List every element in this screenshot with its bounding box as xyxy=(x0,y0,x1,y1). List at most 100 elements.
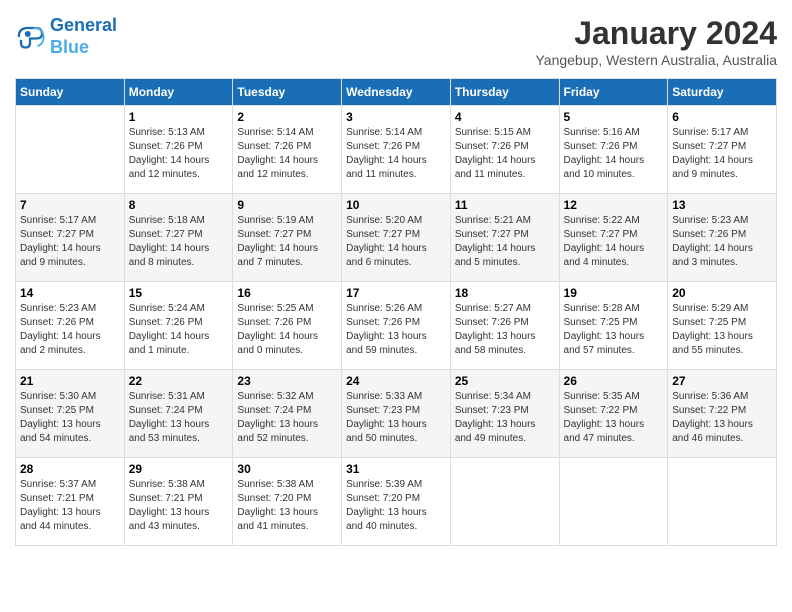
day-number: 21 xyxy=(20,374,120,388)
day-info: Sunrise: 5:19 AM Sunset: 7:27 PM Dayligh… xyxy=(237,214,337,270)
day-info: Sunrise: 5:26 AM Sunset: 7:26 PM Dayligh… xyxy=(346,302,446,358)
day-info: Sunrise: 5:30 AM Sunset: 7:25 PM Dayligh… xyxy=(20,390,120,446)
day-number: 23 xyxy=(237,374,337,388)
calendar-day: 5Sunrise: 5:16 AM Sunset: 7:26 PM Daylig… xyxy=(559,106,668,194)
weekday-header: Thursday xyxy=(450,79,559,106)
calendar-day: 6Sunrise: 5:17 AM Sunset: 7:27 PM Daylig… xyxy=(668,106,777,194)
calendar-day: 23Sunrise: 5:32 AM Sunset: 7:24 PM Dayli… xyxy=(233,370,342,458)
calendar-day: 7 Sunrise: 5:17 AM Sunset: 7:27 PM Daylig… xyxy=(16,194,125,282)
day-info: Sunrise: 5:29 AM Sunset: 7:25 PM Dayligh… xyxy=(672,302,772,358)
logo-icon xyxy=(15,22,45,52)
calendar-day: 31Sunrise: 5:39 AM Sunset: 7:20 PM Dayli… xyxy=(342,458,451,546)
calendar-day: 1 Sunrise: 5:13 AM Sunset: 7:26 PM Daylig… xyxy=(124,106,233,194)
day-number: 17 xyxy=(346,286,446,300)
weekday-header-row: SundayMondayTuesdayWednesdayThursdayFrid… xyxy=(16,79,777,106)
day-number: 7 xyxy=(20,198,120,212)
day-info: Sunrise: 5:17 AM Sunset: 7:27 PM Dayligh… xyxy=(20,214,120,270)
weekday-header: Tuesday xyxy=(233,79,342,106)
day-number: 9 xyxy=(237,198,337,212)
weekday-header: Friday xyxy=(559,79,668,106)
day-number: 8 xyxy=(129,198,229,212)
day-info: Sunrise: 5:28 AM Sunset: 7:25 PM Dayligh… xyxy=(564,302,664,358)
day-number: 24 xyxy=(346,374,446,388)
calendar-day: 8 Sunrise: 5:18 AM Sunset: 7:27 PM Daylig… xyxy=(124,194,233,282)
day-info: Sunrise: 5:15 AM Sunset: 7:26 PM Dayligh… xyxy=(455,126,555,182)
calendar-day: 9 Sunrise: 5:19 AM Sunset: 7:27 PM Daylig… xyxy=(233,194,342,282)
calendar-week-row: 28 Sunrise: 5:37 AM Sunset: 7:21 PM Dayli… xyxy=(16,458,777,546)
logo-text: General Blue xyxy=(50,15,117,58)
day-info: Sunrise: 5:31 AM Sunset: 7:24 PM Dayligh… xyxy=(129,390,229,446)
weekday-header: Monday xyxy=(124,79,233,106)
calendar-day xyxy=(16,106,125,194)
day-number: 4 xyxy=(455,110,555,124)
day-info: Sunrise: 5:33 AM Sunset: 7:23 PM Dayligh… xyxy=(346,390,446,446)
day-number: 14 xyxy=(20,286,120,300)
calendar-table: SundayMondayTuesdayWednesdayThursdayFrid… xyxy=(15,78,777,546)
day-number: 19 xyxy=(564,286,664,300)
day-info: Sunrise: 5:35 AM Sunset: 7:22 PM Dayligh… xyxy=(564,390,664,446)
day-number: 11 xyxy=(455,198,555,212)
day-info: Sunrise: 5:16 AM Sunset: 7:26 PM Dayligh… xyxy=(564,126,664,182)
calendar-day: 2Sunrise: 5:14 AM Sunset: 7:26 PM Daylig… xyxy=(233,106,342,194)
day-number: 20 xyxy=(672,286,772,300)
day-number: 18 xyxy=(455,286,555,300)
calendar-day: 10 Sunrise: 5:20 AM Sunset: 7:27 PM Dayli… xyxy=(342,194,451,282)
day-info: Sunrise: 5:24 AM Sunset: 7:26 PM Dayligh… xyxy=(129,302,229,358)
day-info: Sunrise: 5:22 AM Sunset: 7:27 PM Dayligh… xyxy=(564,214,664,270)
weekday-header: Wednesday xyxy=(342,79,451,106)
weekday-header: Saturday xyxy=(668,79,777,106)
calendar-day: 20 Sunrise: 5:29 AM Sunset: 7:25 PM Dayli… xyxy=(668,282,777,370)
day-info: Sunrise: 5:18 AM Sunset: 7:27 PM Dayligh… xyxy=(129,214,229,270)
calendar-day: 15 Sunrise: 5:24 AM Sunset: 7:26 PM Dayli… xyxy=(124,282,233,370)
calendar-week-row: 1 Sunrise: 5:13 AM Sunset: 7:26 PM Daylig… xyxy=(16,106,777,194)
day-info: Sunrise: 5:13 AM Sunset: 7:26 PM Dayligh… xyxy=(129,126,229,182)
calendar-day: 3 Sunrise: 5:14 AM Sunset: 7:26 PM Daylig… xyxy=(342,106,451,194)
day-number: 2 xyxy=(237,110,337,124)
day-number: 12 xyxy=(564,198,664,212)
calendar-day xyxy=(668,458,777,546)
calendar-day: 16Sunrise: 5:25 AM Sunset: 7:26 PM Dayli… xyxy=(233,282,342,370)
day-number: 10 xyxy=(346,198,446,212)
calendar-day: 13 Sunrise: 5:23 AM Sunset: 7:26 PM Dayli… xyxy=(668,194,777,282)
calendar-day: 29 Sunrise: 5:38 AM Sunset: 7:21 PM Dayli… xyxy=(124,458,233,546)
day-info: Sunrise: 5:38 AM Sunset: 7:21 PM Dayligh… xyxy=(129,478,229,534)
day-number: 15 xyxy=(129,286,229,300)
calendar-day: 26Sunrise: 5:35 AM Sunset: 7:22 PM Dayli… xyxy=(559,370,668,458)
calendar-week-row: 7 Sunrise: 5:17 AM Sunset: 7:27 PM Daylig… xyxy=(16,194,777,282)
day-number: 27 xyxy=(672,374,772,388)
calendar-day: 14 Sunrise: 5:23 AM Sunset: 7:26 PM Dayli… xyxy=(16,282,125,370)
day-info: Sunrise: 5:20 AM Sunset: 7:27 PM Dayligh… xyxy=(346,214,446,270)
day-number: 30 xyxy=(237,462,337,476)
calendar-day: 27 Sunrise: 5:36 AM Sunset: 7:22 PM Dayli… xyxy=(668,370,777,458)
page-header: General Blue January 2024 Yangebup, West… xyxy=(15,15,777,68)
calendar-day: 22Sunrise: 5:31 AM Sunset: 7:24 PM Dayli… xyxy=(124,370,233,458)
calendar-day: 18 Sunrise: 5:27 AM Sunset: 7:26 PM Dayli… xyxy=(450,282,559,370)
calendar-day: 21 Sunrise: 5:30 AM Sunset: 7:25 PM Dayli… xyxy=(16,370,125,458)
day-info: Sunrise: 5:39 AM Sunset: 7:20 PM Dayligh… xyxy=(346,478,446,534)
weekday-header: Sunday xyxy=(16,79,125,106)
day-info: Sunrise: 5:27 AM Sunset: 7:26 PM Dayligh… xyxy=(455,302,555,358)
day-number: 16 xyxy=(237,286,337,300)
title-block: January 2024 Yangebup, Western Australia… xyxy=(535,15,777,68)
day-info: Sunrise: 5:34 AM Sunset: 7:23 PM Dayligh… xyxy=(455,390,555,446)
day-number: 13 xyxy=(672,198,772,212)
calendar-day: 28 Sunrise: 5:37 AM Sunset: 7:21 PM Dayli… xyxy=(16,458,125,546)
day-info: Sunrise: 5:23 AM Sunset: 7:26 PM Dayligh… xyxy=(20,302,120,358)
day-info: Sunrise: 5:37 AM Sunset: 7:21 PM Dayligh… xyxy=(20,478,120,534)
day-number: 3 xyxy=(346,110,446,124)
calendar-week-row: 14 Sunrise: 5:23 AM Sunset: 7:26 PM Dayli… xyxy=(16,282,777,370)
day-number: 6 xyxy=(672,110,772,124)
day-info: Sunrise: 5:36 AM Sunset: 7:22 PM Dayligh… xyxy=(672,390,772,446)
calendar-day: 24 Sunrise: 5:33 AM Sunset: 7:23 PM Dayli… xyxy=(342,370,451,458)
day-number: 29 xyxy=(129,462,229,476)
day-info: Sunrise: 5:38 AM Sunset: 7:20 PM Dayligh… xyxy=(237,478,337,534)
logo: General Blue xyxy=(15,15,117,58)
calendar-day: 12 Sunrise: 5:22 AM Sunset: 7:27 PM Dayli… xyxy=(559,194,668,282)
calendar-day: 30 Sunrise: 5:38 AM Sunset: 7:20 PM Dayli… xyxy=(233,458,342,546)
day-info: Sunrise: 5:23 AM Sunset: 7:26 PM Dayligh… xyxy=(672,214,772,270)
calendar-day xyxy=(450,458,559,546)
day-number: 25 xyxy=(455,374,555,388)
day-number: 1 xyxy=(129,110,229,124)
day-number: 28 xyxy=(20,462,120,476)
day-info: Sunrise: 5:14 AM Sunset: 7:26 PM Dayligh… xyxy=(346,126,446,182)
